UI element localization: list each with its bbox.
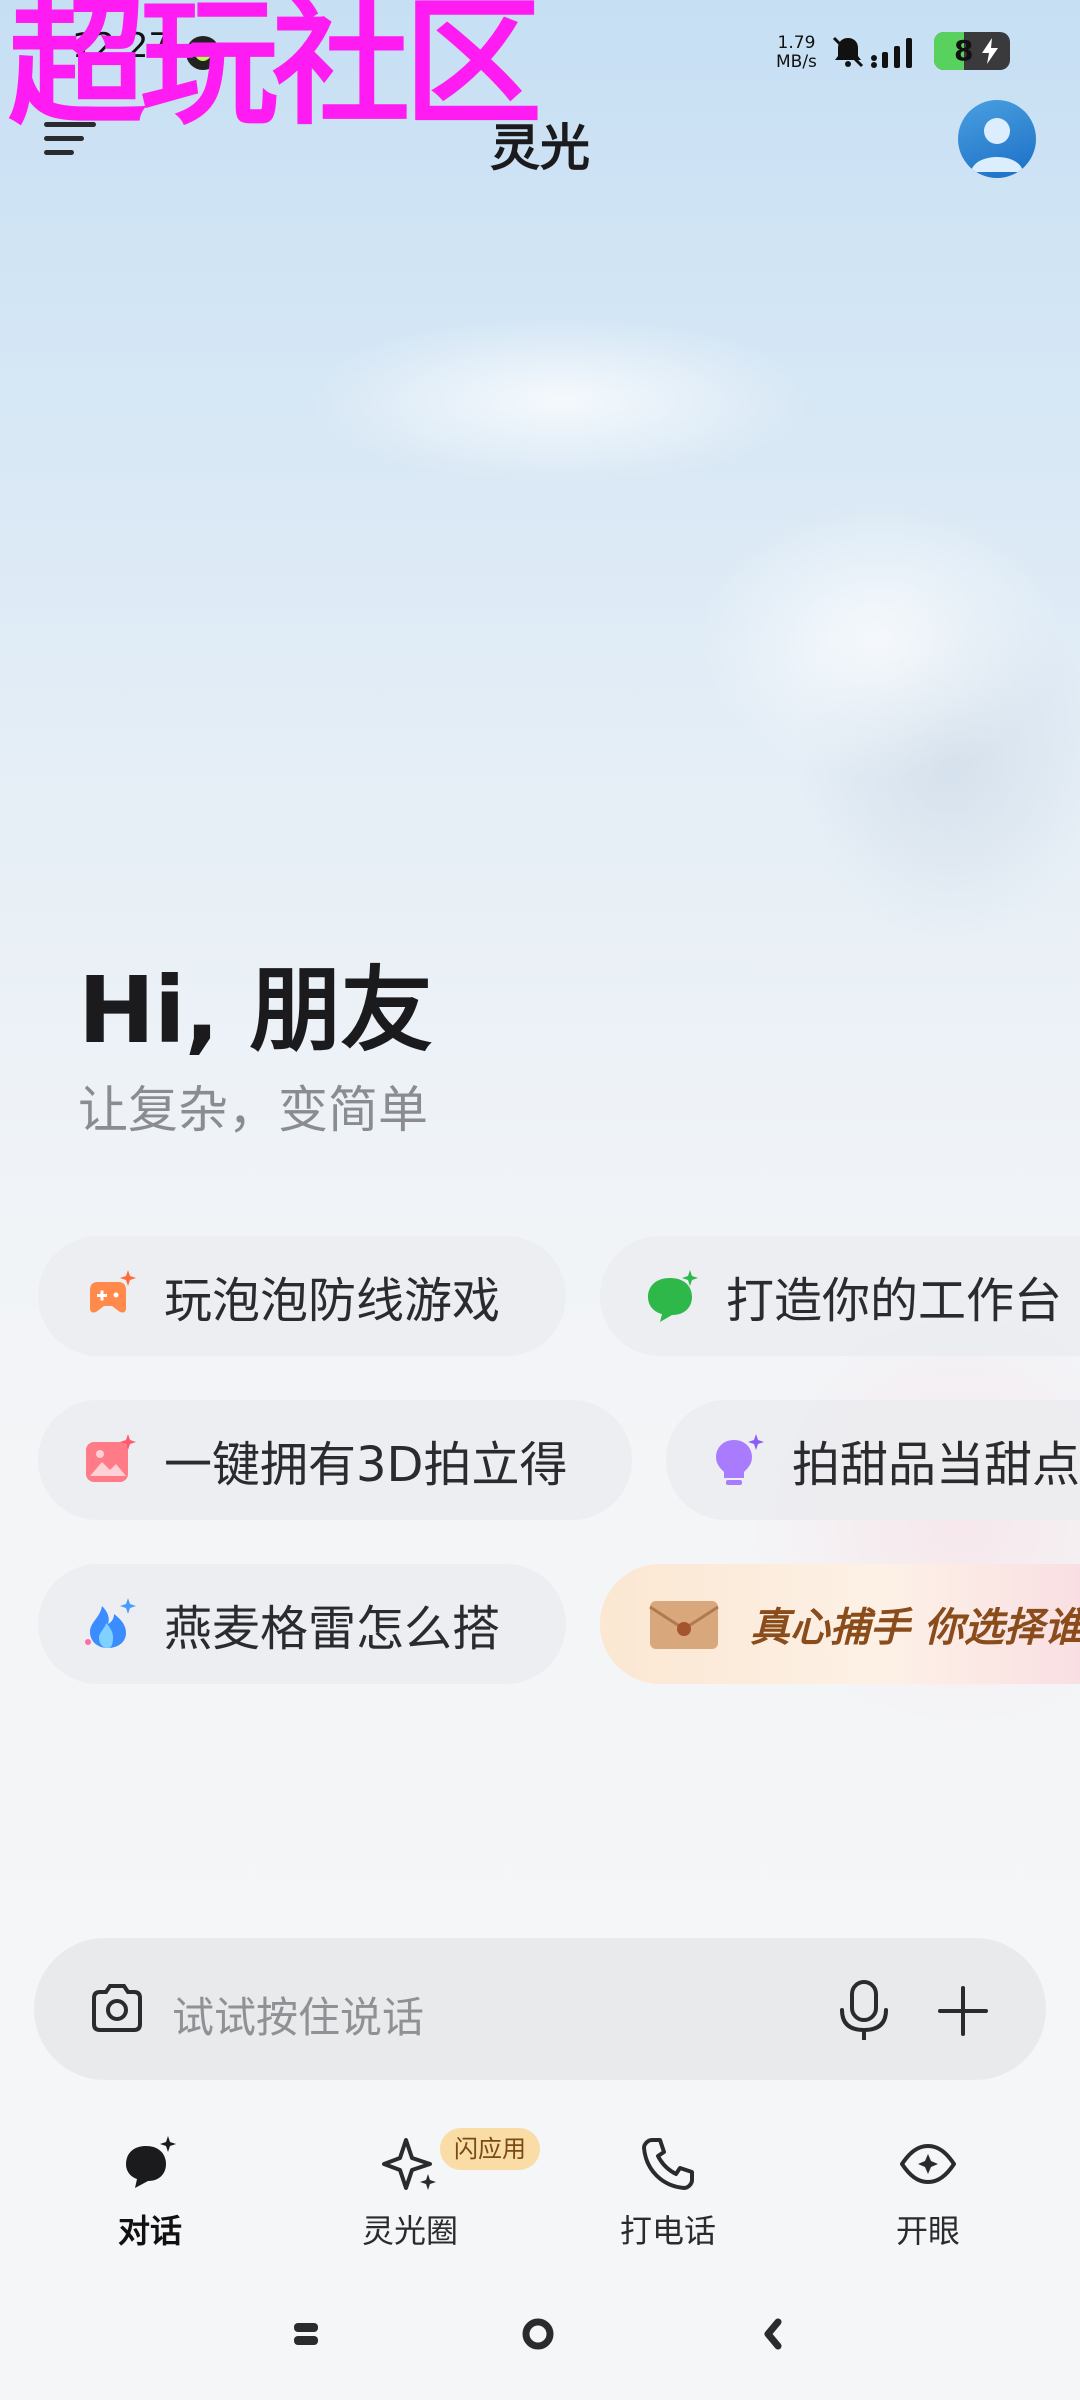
net-speed-value: 1.79 <box>777 33 816 53</box>
back-icon[interactable] <box>760 2318 784 2350</box>
user-icon <box>971 118 1023 172</box>
suggestion-chip[interactable]: 燕麦格雷怎么搭 <box>38 1564 566 1684</box>
eye-sparkle-icon <box>900 2144 956 2184</box>
battery-icon: 8 <box>934 32 1010 70</box>
envelope-icon <box>649 1601 719 1649</box>
new-badge: 闪应用 <box>440 2128 540 2170</box>
phone-icon <box>642 2138 694 2190</box>
suggestion-label: 燕麦格雷怎么搭 <box>164 1601 501 1657</box>
camera-icon[interactable] <box>88 1980 146 2038</box>
sparkle-star-icon <box>382 2138 436 2190</box>
greeting-subtitle: 让复杂，变简单 <box>78 1081 428 1139</box>
recents-icon[interactable] <box>292 2320 320 2348</box>
suggestion-label: 打造你的工作台 <box>726 1273 1063 1329</box>
suggestion-chip[interactable]: 玩泡泡防线游戏 <box>38 1236 566 1356</box>
nav-label: 打电话 <box>619 2212 716 2250</box>
avatar[interactable] <box>958 100 1036 178</box>
suggestion-label: 玩泡泡防线游戏 <box>164 1273 501 1329</box>
nav-tab-chat[interactable]: 对话 <box>50 2134 250 2252</box>
chat-bubble-sparkle-icon <box>126 2136 176 2188</box>
gamepad-sparkle-icon <box>90 1270 136 1313</box>
net-speed-unit: MB/s <box>776 52 817 72</box>
flame-sparkle-icon <box>85 1598 136 1648</box>
plus-icon[interactable] <box>936 1984 990 2038</box>
battery-level: 8 <box>954 34 974 67</box>
nav-tab-open-eye[interactable]: 开眼 <box>828 2134 1028 2252</box>
home-icon[interactable] <box>522 2318 554 2350</box>
bell-muted-icon <box>832 36 864 68</box>
greeting-title: Hi, 朋友 <box>78 957 433 1064</box>
suggestion-label: 拍甜品当甜点师 <box>792 1437 1080 1493</box>
suggestion-chip[interactable]: 拍甜品当甜点师 <box>666 1400 1080 1520</box>
chat-sparkle-icon <box>648 1270 698 1322</box>
suggestion-chip[interactable]: 一键拥有3D拍立得 <box>38 1400 632 1520</box>
nav-label: 开眼 <box>895 2212 960 2250</box>
suggestion-label: 一键拥有3D拍立得 <box>164 1437 568 1493</box>
suggestion-chip[interactable]: 打造你的工作台 <box>600 1236 1080 1356</box>
promo-chip[interactable]: 真心捕手 你选择谁 <box>600 1564 1080 1684</box>
signal-icon <box>871 38 912 68</box>
charging-bolt-icon <box>982 38 998 64</box>
promo-label: 真心捕手 你选择谁 <box>750 1604 1080 1651</box>
image-sparkle-icon <box>86 1434 136 1482</box>
lightbulb-sparkle-icon <box>716 1434 764 1485</box>
watermark: 超玩社区 <box>8 0 542 144</box>
net-speed: 1.79 MB/s <box>776 34 817 72</box>
input-placeholder[interactable]: 试试按住说话 <box>172 1984 424 2045</box>
nav-label: 灵光圈 <box>361 2212 458 2250</box>
nav-tab-call[interactable]: 打电话 <box>568 2134 768 2252</box>
nav-label: 对话 <box>117 2212 182 2250</box>
microphone-icon[interactable] <box>834 1978 894 2042</box>
